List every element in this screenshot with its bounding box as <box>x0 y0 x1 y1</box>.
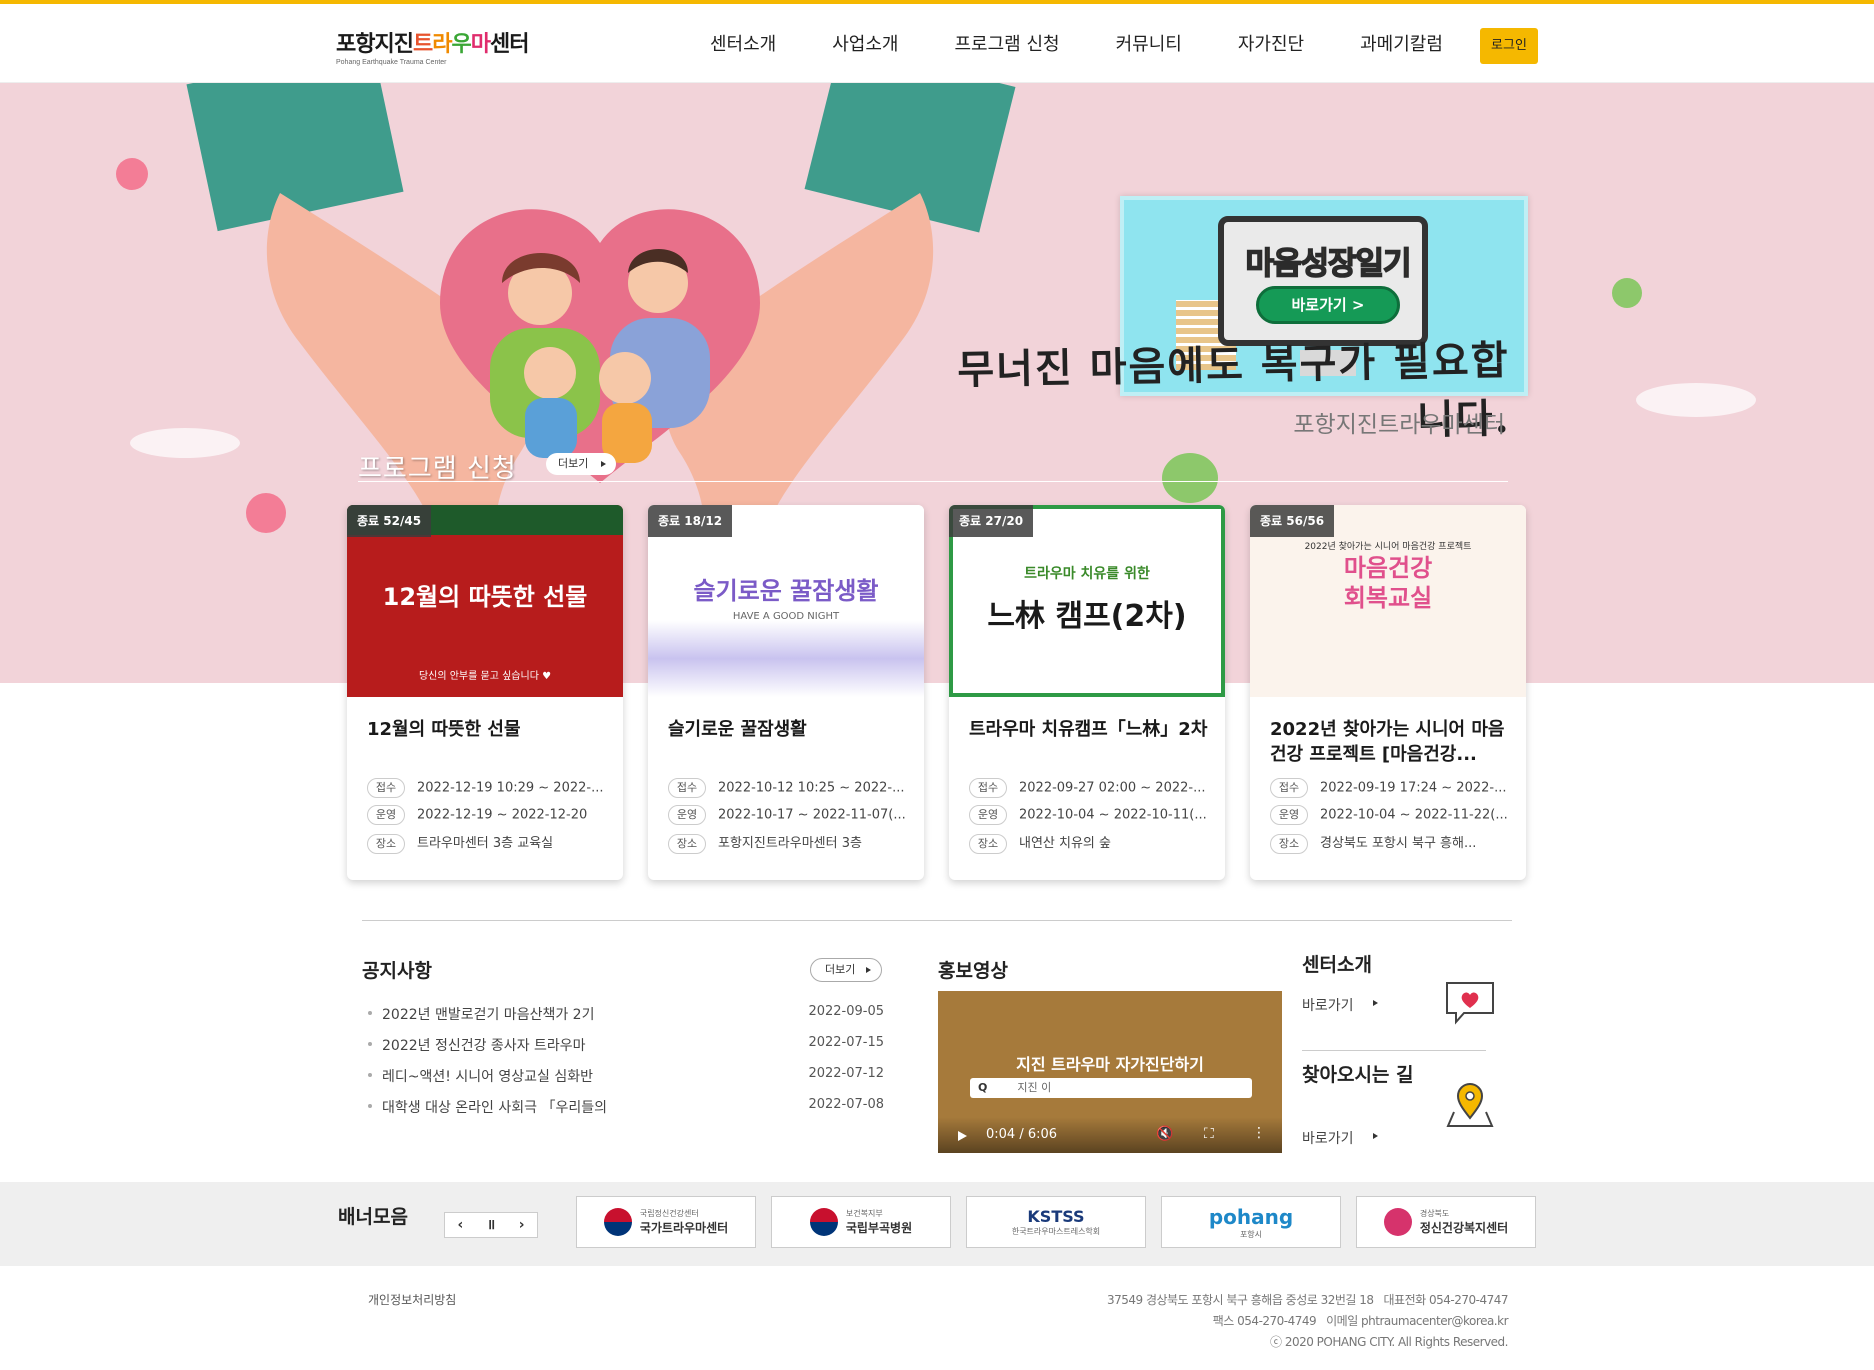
map-pin-icon <box>1446 1083 1494 1127</box>
fullscreen-icon[interactable]: ⛶ <box>1204 1126 1214 1142</box>
logo-korean: 포항지진트라우마센터 <box>336 32 529 57</box>
nav-item-self-test[interactable]: 자가진단 <box>1238 28 1304 64</box>
more-options-icon[interactable]: ⋮ <box>1252 1125 1266 1141</box>
program-reception: 접수 2022-09-27 02:00 ~ 2022-... <box>969 778 1209 800</box>
quick-links: 센터소개 바로가기 찾아오시는 길 바로가기 <box>1302 950 1512 1147</box>
status-badge: 종료 27/20 <box>949 505 1034 537</box>
nav-item-column[interactable]: 과메기칼럼 <box>1360 28 1443 64</box>
quick-links-separator <box>1302 1050 1486 1051</box>
notice-item[interactable]: 2022년 정신건강 종사자 트라우마 2022-07-15 <box>368 1035 884 1066</box>
directions-title: 찾아오시는 길 <box>1302 1064 1414 1086</box>
program-title: 트라우마 치유캠프「느林」2차 <box>969 719 1208 740</box>
flower-decoration <box>116 158 148 190</box>
banner-pause-button[interactable]: ॥ <box>476 1213 507 1237</box>
site-footer: 개인정보처리방침 37549 경상북도 포항시 북구 흥해읍 중성로 32번길 … <box>0 1266 1874 1370</box>
video-controls: 0:04 / 6:06 🔇 ⛶ ⋮ <box>938 1117 1282 1153</box>
about-center-link[interactable]: 바로가기 <box>1302 995 1382 1015</box>
program-place: 장소 내연산 치유의 숲 <box>969 832 1209 854</box>
clover-decoration <box>1612 278 1642 308</box>
banner-next-button[interactable]: › <box>506 1213 537 1237</box>
program-title: 2022년 찾아가는 시니어 마음건강 프로젝트 [마음건강... <box>1270 719 1505 765</box>
program-section-header: 프로그램 신청 더보기 <box>358 448 1508 484</box>
program-operation: 운영 2022-12-19 ~ 2022-12-20 <box>367 805 607 827</box>
program-place: 장소 트라우마센터 3층 교육실 <box>367 832 607 854</box>
video-search-bar: Q 지진 이 <box>970 1078 1252 1098</box>
cloud-decoration <box>1636 383 1756 417</box>
logo-english: Pohang Earthquake Trauma Center <box>336 59 447 66</box>
banner-national-trauma-center[interactable]: 국립정신건강센터 국가트라우마센터 <box>576 1196 756 1248</box>
program-title: 슬기로운 꿀잠생활 <box>668 719 807 740</box>
nav-item-about[interactable]: 센터소개 <box>710 28 776 64</box>
login-button[interactable]: 로그인 <box>1480 28 1538 64</box>
hero-banner: 마음성장일기 바로가기 > 무너진 마음에도 복구가 필요합니다. 포항지진트라… <box>0 83 1874 683</box>
site-header: 포항지진트라우마센터 Pohang Earthquake Trauma Cent… <box>0 4 1874 83</box>
notice-item[interactable]: 2022년 맨발로걷기 마음산책가 2기 2022-09-05 <box>368 1004 884 1035</box>
program-operation: 운영 2022-10-17 ~ 2022-11-07(... <box>668 805 908 827</box>
program-card[interactable]: 트라우마 치유를 위한 느林 캠프(2차) 종료 27/20 트라우마 치유캠프… <box>949 505 1225 880</box>
main-nav: 센터소개 사업소개 프로그램 신청 커뮤니티 자가진단 과메기칼럼 <box>710 28 1499 64</box>
section-divider <box>362 920 1512 921</box>
notice-item[interactable]: 레디~액션! 시니어 영상교실 심화반 2022-07-12 <box>368 1066 884 1097</box>
notice-title: 공지사항 <box>362 960 432 982</box>
program-card[interactable]: 2022년 찾아가는 시니어 마음건강 프로젝트 마음건강 회복교실 종료 56… <box>1250 505 1526 880</box>
notice-more-button[interactable]: 더보기 <box>810 958 882 982</box>
nav-item-program[interactable]: 프로그램 신청 <box>955 28 1060 64</box>
program-section-title: 프로그램 신청 <box>358 454 517 484</box>
korea-emblem-icon <box>603 1208 632 1236</box>
hero-subtitle: 포항지진트라우마센터 <box>1293 412 1505 438</box>
notice-list: 2022년 맨발로걷기 마음산책가 2기 2022-09-05 2022년 정신건… <box>368 1004 884 1128</box>
program-title: 12월의 따뜻한 선물 <box>367 719 521 740</box>
gyeongbuk-logo-icon <box>1383 1208 1412 1236</box>
banner-collection-label: 배너모음 <box>338 1206 408 1228</box>
program-operation: 운영 2022-10-04 ~ 2022-11-22(... <box>1270 805 1510 827</box>
cloud-decoration <box>130 428 240 458</box>
notice-item[interactable]: 대학생 대상 온라인 사회극 「우리들의 2022-07-08 <box>368 1097 884 1128</box>
korea-emblem-icon <box>809 1208 838 1236</box>
play-icon[interactable] <box>958 1131 967 1141</box>
privacy-policy-link[interactable]: 개인정보처리방침 <box>368 1291 456 1308</box>
site-logo[interactable]: 포항지진트라우마센터 Pohang Earthquake Trauma Cent… <box>336 26 529 66</box>
banner-gyeongbuk-mental-health[interactable]: 경상북도 정신건강복지센터 <box>1356 1196 1536 1248</box>
banner-controls: ‹ ॥ › <box>444 1212 538 1238</box>
program-reception: 접수 2022-10-12 10:25 ~ 2022-... <box>668 778 908 800</box>
chat-heart-icon <box>1446 982 1494 1025</box>
banner-kstss[interactable]: KSTSS 한국트라우마스트레스학회 <box>966 1196 1146 1248</box>
program-reception: 접수 2022-12-19 10:29 ~ 2022-... <box>367 778 607 800</box>
program-operation: 운영 2022-10-04 ~ 2022-10-11(... <box>969 805 1209 827</box>
promo-video-player[interactable]: 지진 트라우마 자가진단하기 Q 지진 이 0:04 / 6:06 🔇 ⛶ ⋮ <box>938 991 1282 1153</box>
promo-title: 마음성장일기 <box>1245 245 1413 283</box>
program-reception: 접수 2022-09-19 17:24 ~ 2022-... <box>1270 778 1510 800</box>
program-card[interactable]: 12월의 따뜻한 선물 당신의 안부를 묻고 싶습니다 ♥ 종료 52/45 1… <box>347 505 623 880</box>
video-time: 0:04 / 6:06 <box>986 1127 1058 1142</box>
nav-item-community[interactable]: 커뮤니티 <box>1116 28 1182 64</box>
banner-bugok-hospital[interactable]: 보건복지부 국립부곡병원 <box>771 1196 951 1248</box>
program-place: 장소 포항지진트라우마센터 3층 <box>668 832 908 854</box>
program-more-button[interactable]: 더보기 <box>546 453 616 475</box>
status-badge: 종료 18/12 <box>648 505 733 537</box>
footer-address: 37549 경상북도 포항시 북구 흥해읍 중성로 32번길 18 대표전화 0… <box>1106 1293 1509 1349</box>
banner-pohang-city[interactable]: pohang 포항시 <box>1161 1196 1341 1248</box>
nav-item-business[interactable]: 사업소개 <box>832 28 898 64</box>
promo-go-button[interactable]: 바로가기 > <box>1256 286 1400 324</box>
banner-prev-button[interactable]: ‹ <box>445 1213 476 1237</box>
status-badge: 종료 56/56 <box>1250 505 1335 537</box>
video-section-title: 홍보영상 <box>938 960 1008 982</box>
banner-collection: 배너모음 ‹ ॥ › 국립정신건강센터 국가트라우마센터 보건복지부 국립부곡병원 … <box>0 1182 1874 1266</box>
directions-link[interactable]: 바로가기 <box>1302 1128 1382 1148</box>
status-badge: 종료 52/45 <box>347 505 432 537</box>
mute-icon[interactable]: 🔇 <box>1156 1126 1173 1142</box>
video-caption: 지진 트라우마 자가진단하기 <box>1016 1055 1204 1074</box>
program-place: 장소 경상북도 포항시 북구 흥해... <box>1270 832 1510 854</box>
program-card[interactable]: 슬기로운 꿀잠생활 HAVE A GOOD NIGHT 종료 18/12 슬기로… <box>648 505 924 880</box>
about-center-title: 센터소개 <box>1302 954 1372 976</box>
flower-decoration <box>246 493 286 533</box>
